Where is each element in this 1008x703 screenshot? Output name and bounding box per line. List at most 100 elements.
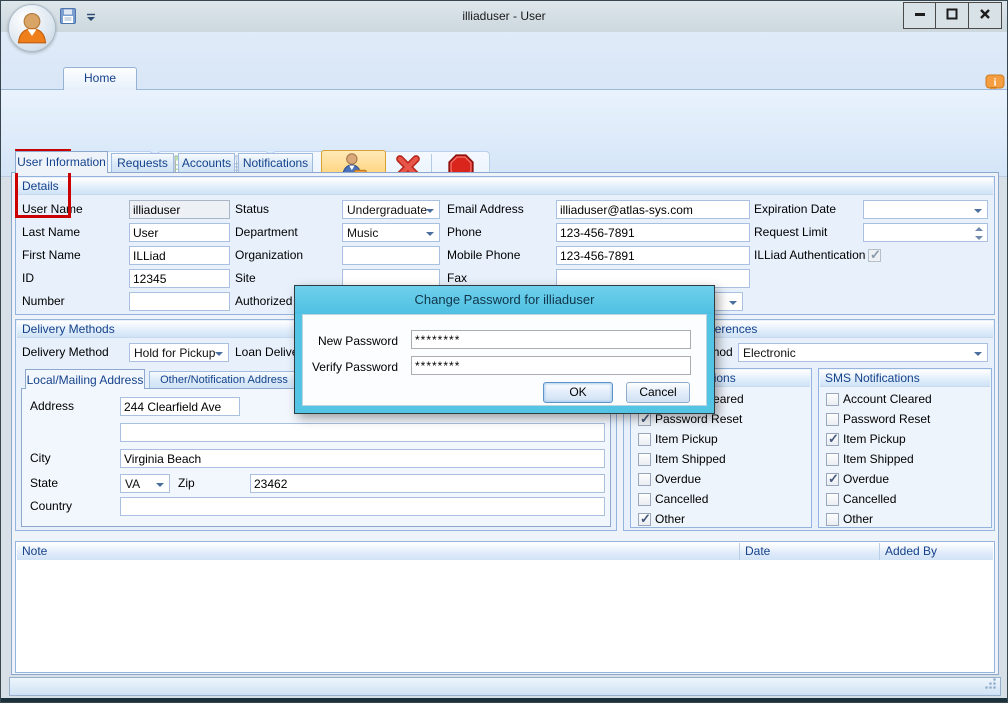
city-label: City: [30, 449, 51, 468]
address-label: Address: [30, 397, 74, 416]
spinner-arrows-icon[interactable]: [973, 226, 985, 241]
organization-field[interactable]: [342, 246, 440, 265]
sms-overdue-checkbox[interactable]: [826, 473, 839, 486]
sms-overdue-label: Overdue: [843, 470, 889, 489]
window-title: illiaduser - User: [1, 9, 1007, 23]
zip-label: Zip: [178, 474, 195, 493]
sms-other-label: Other: [843, 510, 873, 529]
maximize-button[interactable]: [936, 2, 969, 29]
save-icon[interactable]: [59, 7, 77, 28]
verify-password-label: Verify Password: [306, 358, 398, 377]
column-header-added-by[interactable]: Added By: [880, 543, 995, 560]
column-header-note[interactable]: Note: [17, 543, 740, 560]
user-avatar-icon: [14, 9, 50, 48]
tab-requests[interactable]: Requests: [111, 153, 174, 173]
tab-notifications[interactable]: Notifications: [238, 153, 313, 173]
sms-account-cleared-checkbox[interactable]: [826, 393, 839, 406]
country-field[interactable]: [120, 497, 605, 516]
new-password-field[interactable]: [411, 330, 691, 349]
sms-item-pickup-checkbox[interactable]: [826, 433, 839, 446]
email-cancelled-label: Cancelled: [655, 490, 708, 509]
chevron-down-icon: [974, 209, 982, 213]
chevron-down-icon: [426, 209, 434, 213]
dialog-body: New Password Verify Password OK Cancel: [302, 314, 707, 406]
sms-item-shipped-checkbox[interactable]: [826, 453, 839, 466]
app-window: illiaduser - User Home i Change Password: [0, 0, 1008, 703]
resize-grip-icon[interactable]: [984, 677, 997, 693]
organization-label: Organization: [235, 246, 303, 265]
last-name-field[interactable]: [129, 223, 230, 242]
number-field[interactable]: [129, 292, 230, 311]
state-combo[interactable]: VA: [120, 474, 170, 493]
last-name-label: Last Name: [22, 223, 80, 242]
email-overdue-checkbox[interactable]: [638, 473, 651, 486]
phone-label: Phone: [447, 223, 482, 242]
zip-field[interactable]: [250, 474, 605, 493]
email-other-checkbox[interactable]: [638, 513, 651, 526]
notification-method-combo[interactable]: Electronic: [738, 343, 988, 362]
window-bottom-border: [1, 698, 1007, 703]
address-line2-field[interactable]: [120, 423, 605, 442]
email-item-pickup-label: Item Pickup: [655, 430, 718, 449]
close-button[interactable]: [969, 2, 1002, 29]
ribbon: Home i Change Password Print User: [1, 32, 1007, 146]
sms-item-pickup-label: Item Pickup: [843, 430, 906, 449]
email-address-field[interactable]: [556, 200, 750, 219]
minimize-icon: [914, 8, 926, 23]
sms-password-reset-label: Password Reset: [843, 410, 930, 429]
sms-cancelled-label: Cancelled: [843, 490, 896, 509]
maximize-icon: [946, 8, 958, 23]
number-label: Number: [22, 292, 65, 311]
address-line1-field[interactable]: [120, 397, 240, 416]
sms-password-reset-checkbox[interactable]: [826, 413, 839, 426]
ok-button[interactable]: OK: [543, 382, 613, 403]
city-field[interactable]: [120, 449, 605, 468]
department-combo[interactable]: Music: [342, 223, 440, 242]
notes-grid-body[interactable]: [17, 560, 993, 671]
tab-user-information[interactable]: User Information: [15, 151, 108, 173]
user-name-field[interactable]: [129, 200, 230, 219]
email-cancelled-checkbox[interactable]: [638, 493, 651, 506]
change-password-dialog: Change Password for illiaduser New Passw…: [294, 285, 715, 414]
email-item-shipped-checkbox[interactable]: [638, 453, 651, 466]
chevron-down-icon: [729, 301, 737, 305]
id-field[interactable]: [129, 269, 230, 288]
dialog-title: Change Password for illiaduser: [295, 286, 714, 314]
delivery-method-combo[interactable]: Hold for Pickup: [129, 343, 229, 362]
email-password-reset-checkbox[interactable]: [638, 413, 651, 426]
qat-customize-arrow-icon[interactable]: [86, 11, 96, 25]
email-overdue-label: Overdue: [655, 470, 701, 489]
phone-field[interactable]: [556, 223, 750, 242]
email-address-label: Email Address: [447, 200, 524, 219]
department-label: Department: [235, 223, 298, 242]
email-item-pickup-checkbox[interactable]: [638, 433, 651, 446]
tab-accounts[interactable]: Accounts: [178, 153, 235, 173]
request-limit-spinner[interactable]: [863, 223, 988, 242]
first-name-field[interactable]: [129, 246, 230, 265]
site-label: Site: [235, 269, 256, 288]
sms-account-cleared-label: Account Cleared: [843, 390, 932, 409]
tab-home[interactable]: Home: [63, 67, 137, 90]
expiration-date-combo[interactable]: [863, 200, 988, 219]
verify-password-field[interactable]: [411, 356, 691, 375]
status-bar: [9, 677, 1001, 696]
expiration-date-label: Expiration Date: [754, 200, 836, 219]
status-combo[interactable]: Undergraduate: [342, 200, 440, 219]
notes-grid: Note Date Added By: [15, 541, 995, 673]
column-header-date[interactable]: Date: [740, 543, 880, 560]
mobile-phone-field[interactable]: [556, 246, 750, 265]
chevron-down-icon: [426, 232, 434, 236]
notes-grid-header: Note Date Added By: [17, 543, 993, 560]
sms-other-checkbox[interactable]: [826, 513, 839, 526]
application-menu-button[interactable]: [8, 4, 56, 52]
details-header: Details: [17, 178, 993, 195]
tab-other-notification-address[interactable]: Other/Notification Address: [149, 371, 299, 389]
sms-cancelled-checkbox[interactable]: [826, 493, 839, 506]
sms-notifications-header: SMS Notifications: [820, 370, 990, 387]
email-item-shipped-label: Item Shipped: [655, 450, 726, 469]
cancel-button[interactable]: Cancel: [626, 382, 690, 403]
country-label: Country: [30, 497, 72, 516]
minimize-button[interactable]: [903, 2, 936, 29]
tab-local-mailing-address[interactable]: Local/Mailing Address: [25, 369, 145, 389]
illiad-authentication-checkbox[interactable]: [868, 249, 881, 262]
